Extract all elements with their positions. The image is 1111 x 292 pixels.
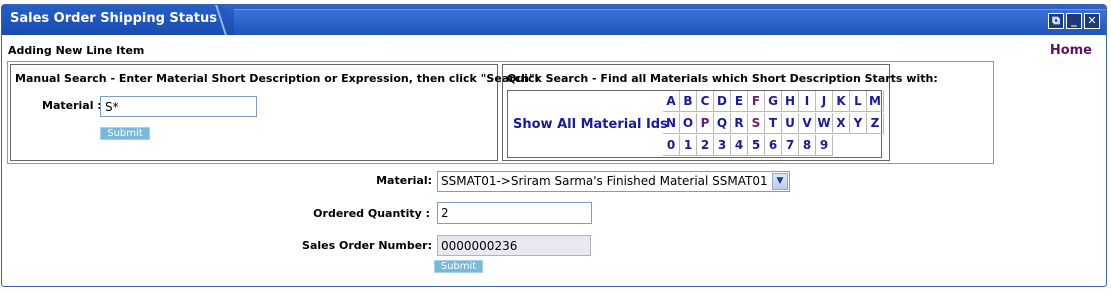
page-subtitle: Adding New Line Item: [8, 44, 145, 57]
material-search-label: Material :: [42, 99, 102, 112]
letter-link-j[interactable]: J: [816, 91, 833, 112]
letter-row: 0123456789: [663, 135, 884, 157]
letter-link-1[interactable]: 1: [680, 135, 697, 156]
title-bar-fill: [234, 9, 1106, 35]
quick-search-grid: Show All Material Ids ABCDEFGHIJKLMNOPQR…: [507, 90, 884, 158]
letter-link-r[interactable]: R: [731, 113, 748, 134]
letter-link-y[interactable]: Y: [850, 113, 867, 134]
letter-link-d[interactable]: D: [714, 91, 731, 112]
search-section: Manual Search - Enter Material Short Des…: [7, 61, 994, 164]
letter-row: NOPQRSTUVWXYZ: [663, 113, 884, 135]
letter-link-i[interactable]: I: [799, 91, 816, 112]
manual-search-title: Manual Search - Enter Material Short Des…: [15, 72, 540, 85]
letter-link-t[interactable]: T: [765, 113, 782, 134]
close-icon[interactable]: ✕: [1084, 13, 1100, 29]
letter-link-b[interactable]: B: [680, 91, 697, 112]
home-link[interactable]: Home: [1050, 43, 1092, 58]
letter-link-8[interactable]: 8: [799, 135, 816, 156]
letter-link-5[interactable]: 5: [748, 135, 765, 156]
letter-link-s[interactable]: S: [748, 113, 765, 134]
letter-row: ABCDEFGHIJKLM: [663, 91, 884, 113]
title-bar: Sales Order Shipping Status ⧉ _ ✕: [2, 5, 1106, 35]
ordered-quantity-input[interactable]: [437, 202, 592, 224]
letter-link-u[interactable]: U: [782, 113, 799, 134]
sales-order-number-field: [437, 235, 591, 256]
letter-link-v[interactable]: V: [799, 113, 816, 134]
sales-order-number-label: Sales Order Number:: [302, 239, 432, 252]
letter-link-2[interactable]: 2: [697, 135, 714, 156]
manual-search-submit-button[interactable]: Submit: [100, 127, 150, 140]
window-title: Sales Order Shipping Status: [10, 11, 217, 26]
letter-link-c[interactable]: C: [697, 91, 714, 112]
letter-index: ABCDEFGHIJKLMNOPQRSTUVWXYZ0123456789: [663, 91, 884, 157]
material-search-input[interactable]: [100, 96, 257, 117]
letter-link-n[interactable]: N: [663, 113, 680, 134]
letter-link-o[interactable]: O: [680, 113, 697, 134]
quick-search-title: Quick Search - Find all Materials which …: [507, 72, 938, 85]
submit-line-item-button[interactable]: Submit: [434, 260, 483, 273]
letter-link-p[interactable]: P: [697, 113, 714, 134]
quick-search-panel: Quick Search - Find all Materials which …: [502, 64, 938, 161]
letter-link-q[interactable]: Q: [714, 113, 731, 134]
letter-link-l[interactable]: L: [850, 91, 867, 112]
show-all-materials-link[interactable]: Show All Material Ids: [513, 117, 668, 132]
letter-link-9[interactable]: 9: [816, 135, 833, 156]
manual-search-panel: Manual Search - Enter Material Short Des…: [10, 64, 539, 161]
ordered-quantity-label: Ordered Quantity :: [313, 207, 430, 220]
restore-icon[interactable]: ⧉: [1048, 13, 1064, 29]
app-window: Sales Order Shipping Status ⧉ _ ✕ Adding…: [1, 4, 1107, 287]
minimize-icon[interactable]: _: [1066, 13, 1082, 29]
letter-link-7[interactable]: 7: [782, 135, 799, 156]
letter-link-z[interactable]: Z: [867, 113, 884, 134]
letter-link-k[interactable]: K: [833, 91, 850, 112]
material-select[interactable]: SSMAT01->Sriram Sarma's Finished Materia…: [437, 171, 790, 192]
letter-link-h[interactable]: H: [782, 91, 799, 112]
letter-link-x[interactable]: X: [833, 113, 850, 134]
letter-link-f[interactable]: F: [748, 91, 765, 112]
material-label: Material:: [376, 174, 432, 187]
material-selected-value: SSMAT01->Sriram Sarma's Finished Materia…: [441, 174, 768, 188]
letter-link-0[interactable]: 0: [663, 135, 680, 156]
letter-link-3[interactable]: 3: [714, 135, 731, 156]
letter-link-m[interactable]: M: [867, 91, 884, 112]
letter-link-6[interactable]: 6: [765, 135, 782, 156]
letter-link-w[interactable]: W: [816, 113, 833, 134]
chevron-down-icon[interactable]: ▼: [772, 173, 788, 190]
letter-link-e[interactable]: E: [731, 91, 748, 112]
window-controls: ⧉ _ ✕: [1048, 13, 1100, 29]
letter-link-g[interactable]: G: [765, 91, 782, 112]
letter-link-4[interactable]: 4: [731, 135, 748, 156]
letter-link-a[interactable]: A: [663, 91, 680, 112]
